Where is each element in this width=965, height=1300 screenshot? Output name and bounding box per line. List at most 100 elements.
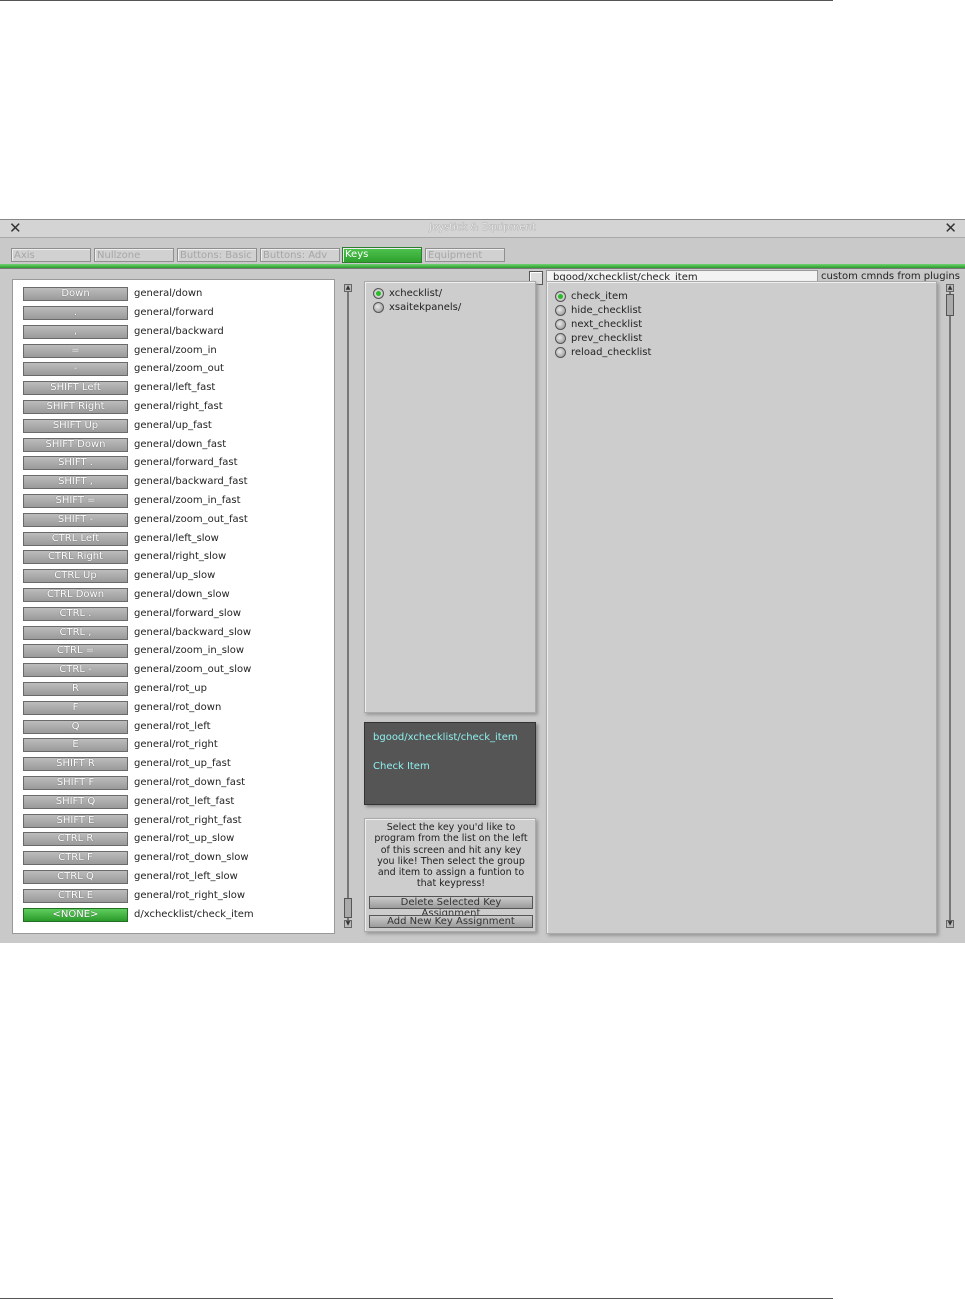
- tab-bar: Axis Nullzone Buttons: Basic Buttons: Ad…: [0, 244, 965, 285]
- key-button[interactable]: CTRL ,: [23, 626, 128, 640]
- key-button[interactable]: CTRL F: [23, 851, 128, 865]
- key-command: general/forward_fast: [134, 457, 238, 468]
- key-command: general/forward: [134, 307, 214, 318]
- key-button[interactable]: CTRL Q: [23, 870, 128, 884]
- scrollbar-thumb[interactable]: [946, 294, 954, 316]
- key-command: general/backward_fast: [134, 476, 248, 487]
- key-row: CTRL Up general/up_slow: [23, 569, 333, 584]
- key-row: CTRL . general/forward_slow: [23, 607, 333, 622]
- key-button[interactable]: =: [23, 344, 128, 358]
- key-command: general/right_slow: [134, 551, 227, 562]
- key-row: , general/backward: [23, 325, 333, 340]
- key-row: CTRL Left general/left_slow: [23, 532, 333, 547]
- add-key-assignment-button[interactable]: Add New Key Assignment: [369, 915, 533, 928]
- key-button[interactable]: Down: [23, 287, 128, 301]
- key-row: SHIFT Right general/right_fast: [23, 400, 333, 415]
- item-panel: check_item hide_checklist next_checklist…: [546, 281, 937, 934]
- key-button[interactable]: CTRL =: [23, 644, 128, 658]
- key-command: general/down: [134, 288, 203, 299]
- key-button[interactable]: SHIFT Q: [23, 795, 128, 809]
- key-button[interactable]: SHIFT Left: [23, 381, 128, 395]
- key-button[interactable]: CTRL Left: [23, 532, 128, 546]
- title-bar: ✕ Joystick & Equipment ✕: [0, 220, 965, 238]
- tab-equipment[interactable]: Equipment: [425, 248, 505, 262]
- key-row: SHIFT R general/rot_up_fast: [23, 757, 333, 772]
- scrollbar-track: [347, 292, 349, 920]
- key-button[interactable]: SHIFT Down: [23, 438, 128, 452]
- tab-buttons-basic[interactable]: Buttons: Basic: [177, 248, 257, 262]
- key-button[interactable]: Q: [23, 720, 128, 734]
- key-row: SHIFT - general/zoom_out_fast: [23, 513, 333, 528]
- item-label: hide_checklist: [571, 305, 642, 316]
- key-command: general/zoom_in_fast: [134, 495, 241, 506]
- key-button[interactable]: ,: [23, 325, 128, 339]
- key-button[interactable]: SHIFT F: [23, 776, 128, 790]
- scroll-down-arrow-icon[interactable]: ▼: [344, 920, 352, 928]
- key-button[interactable]: CTRL R: [23, 832, 128, 846]
- key-list-scrollbar[interactable]: ▲ ▼: [343, 284, 353, 928]
- key-button[interactable]: CTRL E: [23, 889, 128, 903]
- key-command: general/rot_up: [134, 683, 207, 694]
- key-button[interactable]: .: [23, 306, 128, 320]
- info-command-path: bgood/xchecklist/check_item: [373, 732, 518, 743]
- key-button[interactable]: CTRL Up: [23, 569, 128, 583]
- key-button[interactable]: SHIFT Right: [23, 400, 128, 414]
- key-row: = general/zoom_in: [23, 344, 333, 359]
- key-row: Egeneral/rot_right: [23, 738, 333, 753]
- help-panel: Select the key you'd like to program fro…: [364, 818, 536, 932]
- key-button[interactable]: SHIFT .: [23, 456, 128, 470]
- key-command: general/rot_left: [134, 721, 211, 732]
- radio-selected-icon: [373, 288, 384, 299]
- radio-selected-icon: [555, 291, 566, 302]
- item-label: check_item: [571, 291, 628, 302]
- key-command: general/rot_right_fast: [134, 815, 242, 826]
- key-button[interactable]: SHIFT ,: [23, 475, 128, 489]
- scroll-up-arrow-icon[interactable]: ▲: [344, 284, 352, 292]
- key-row: SHIFT Q general/rot_left_fast: [23, 795, 333, 810]
- key-command: general/rot_down_slow: [134, 852, 249, 863]
- key-command: general/up_slow: [134, 570, 216, 581]
- key-button[interactable]: SHIFT -: [23, 513, 128, 527]
- key-button[interactable]: R: [23, 682, 128, 696]
- key-command: general/rot_up_fast: [134, 758, 231, 769]
- key-command: general/rot_left_slow: [134, 871, 238, 882]
- key-command: general/zoom_out_fast: [134, 514, 248, 525]
- tab-nullzone[interactable]: Nullzone: [94, 248, 174, 262]
- key-row: CTRL , general/backward_slow: [23, 626, 333, 641]
- key-button[interactable]: SHIFT Up: [23, 419, 128, 433]
- window-title: Joystick & Equipment: [429, 222, 536, 233]
- key-command: general/zoom_out_slow: [134, 664, 252, 675]
- close-icon-right[interactable]: ✕: [944, 220, 957, 237]
- key-command: general/forward_slow: [134, 608, 242, 619]
- key-button[interactable]: SHIFT =: [23, 494, 128, 508]
- key-button[interactable]: SHIFT R: [23, 757, 128, 771]
- tab-underline: [0, 264, 965, 269]
- key-row: CTRL Q general/rot_left_slow: [23, 870, 333, 885]
- key-row: Fgeneral/rot_down: [23, 701, 333, 716]
- tab-buttons-adv[interactable]: Buttons: Adv: [260, 248, 340, 262]
- key-row-selected: <NONE> d/xchecklist/check_item: [23, 908, 333, 923]
- key-button[interactable]: SHIFT E: [23, 814, 128, 828]
- tab-keys[interactable]: Keys: [342, 247, 422, 263]
- scrollbar-thumb[interactable]: [344, 898, 352, 918]
- key-row: CTRL - general/zoom_out_slow: [23, 663, 333, 678]
- item-label: next_checklist: [571, 319, 643, 330]
- key-button[interactable]: CTRL -: [23, 663, 128, 677]
- scroll-down-arrow-icon[interactable]: ▼: [946, 920, 954, 928]
- tab-axis[interactable]: Axis: [11, 248, 91, 262]
- radio-icon: [373, 302, 384, 313]
- key-button[interactable]: CTRL .: [23, 607, 128, 621]
- key-row: SHIFT E general/rot_right_fast: [23, 814, 333, 829]
- delete-key-assignment-button[interactable]: Delete Selected Key Assignment: [369, 896, 533, 919]
- key-row: CTRL E general/rot_right_slow: [23, 889, 333, 904]
- key-command: general/backward: [134, 326, 224, 337]
- item-list-scrollbar[interactable]: ▲ ▼: [945, 284, 955, 928]
- key-button[interactable]: E: [23, 738, 128, 752]
- key-button-selected[interactable]: <NONE>: [23, 908, 128, 922]
- key-button[interactable]: CTRL Right: [23, 550, 128, 564]
- scroll-up-arrow-icon[interactable]: ▲: [946, 284, 954, 292]
- key-button[interactable]: F: [23, 701, 128, 715]
- key-button[interactable]: CTRL Down: [23, 588, 128, 602]
- key-button[interactable]: -: [23, 362, 128, 376]
- key-command: general/left_slow: [134, 533, 219, 544]
